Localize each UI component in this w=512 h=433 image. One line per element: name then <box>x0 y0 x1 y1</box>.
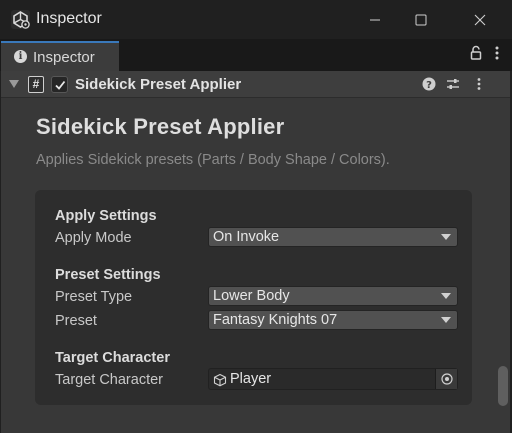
object-picker-button[interactable] <box>435 369 457 389</box>
preset-type-value: Lower Body <box>213 288 290 304</box>
help-button[interactable]: ? <box>421 76 437 92</box>
tab-label: Inspector <box>33 49 95 66</box>
lock-icon[interactable] <box>469 45 483 61</box>
info-icon: i <box>14 50 27 63</box>
inspector-title: Sidekick Preset Applier <box>36 114 285 139</box>
help-icon: ? <box>422 77 436 91</box>
tab-strip: i Inspector <box>0 39 512 71</box>
apply-mode-dropdown[interactable]: On Invoke <box>208 227 458 247</box>
foldout-arrow-icon[interactable] <box>9 80 19 88</box>
inspector-body: # Sidekick Preset Applier ? Sidekick Pre… <box>1 71 510 433</box>
target-character-field[interactable]: Player <box>208 368 458 390</box>
dropdown-arrow-icon <box>441 234 451 240</box>
tab-inspector[interactable]: i Inspector <box>1 41 119 71</box>
window-titlebar: Inspector <box>0 0 512 39</box>
unity-app-icon <box>11 10 30 29</box>
apply-mode-label: Apply Mode <box>55 230 132 246</box>
component-title: Sidekick Preset Applier <box>75 76 242 93</box>
apply-mode-value: On Invoke <box>213 229 280 245</box>
preset-type-dropdown[interactable]: Lower Body <box>208 286 458 306</box>
minimize-icon <box>370 19 380 20</box>
preset-dropdown[interactable]: Fantasy Knights 07 <box>208 310 458 330</box>
section-preset-settings: Preset Settings <box>55 267 161 283</box>
target-character-label: Target Character <box>55 372 163 388</box>
close-button[interactable] <box>457 0 503 39</box>
dropdown-arrow-icon <box>441 293 451 299</box>
window-title: Inspector <box>36 10 102 27</box>
maximize-button[interactable] <box>398 0 444 39</box>
preset-value: Fantasy Knights 07 <box>213 312 338 328</box>
more-vertical-icon <box>477 78 481 90</box>
dropdown-arrow-icon <box>441 317 451 323</box>
component-enabled-checkbox[interactable] <box>51 76 68 93</box>
settings-panel: Apply Settings Apply Mode On Invoke Pres… <box>35 190 472 405</box>
preset-sliders-icon <box>447 79 459 89</box>
more-vertical-icon[interactable] <box>490 45 504 61</box>
maximize-icon <box>415 14 427 25</box>
object-picker-icon <box>440 373 453 385</box>
gameobject-cube-icon <box>213 373 227 387</box>
checkmark-icon <box>55 80 66 90</box>
svg-text:?: ? <box>426 80 432 91</box>
preset-type-label: Preset Type <box>55 289 133 305</box>
section-apply-settings: Apply Settings <box>55 208 157 224</box>
preset-label: Preset <box>55 313 97 329</box>
component-header[interactable]: # Sidekick Preset Applier ? <box>1 71 510 98</box>
scrollbar-thumb[interactable] <box>498 366 508 406</box>
preset-button[interactable] <box>445 76 461 92</box>
section-target-character: Target Character <box>55 350 170 366</box>
component-menu-button[interactable] <box>471 76 487 92</box>
minimize-button[interactable] <box>352 0 398 39</box>
script-hash-icon: # <box>28 76 44 93</box>
close-icon <box>474 14 486 25</box>
target-character-value: Player <box>230 371 272 387</box>
inspector-description: Applies Sidekick presets (Parts / Body S… <box>36 152 390 168</box>
